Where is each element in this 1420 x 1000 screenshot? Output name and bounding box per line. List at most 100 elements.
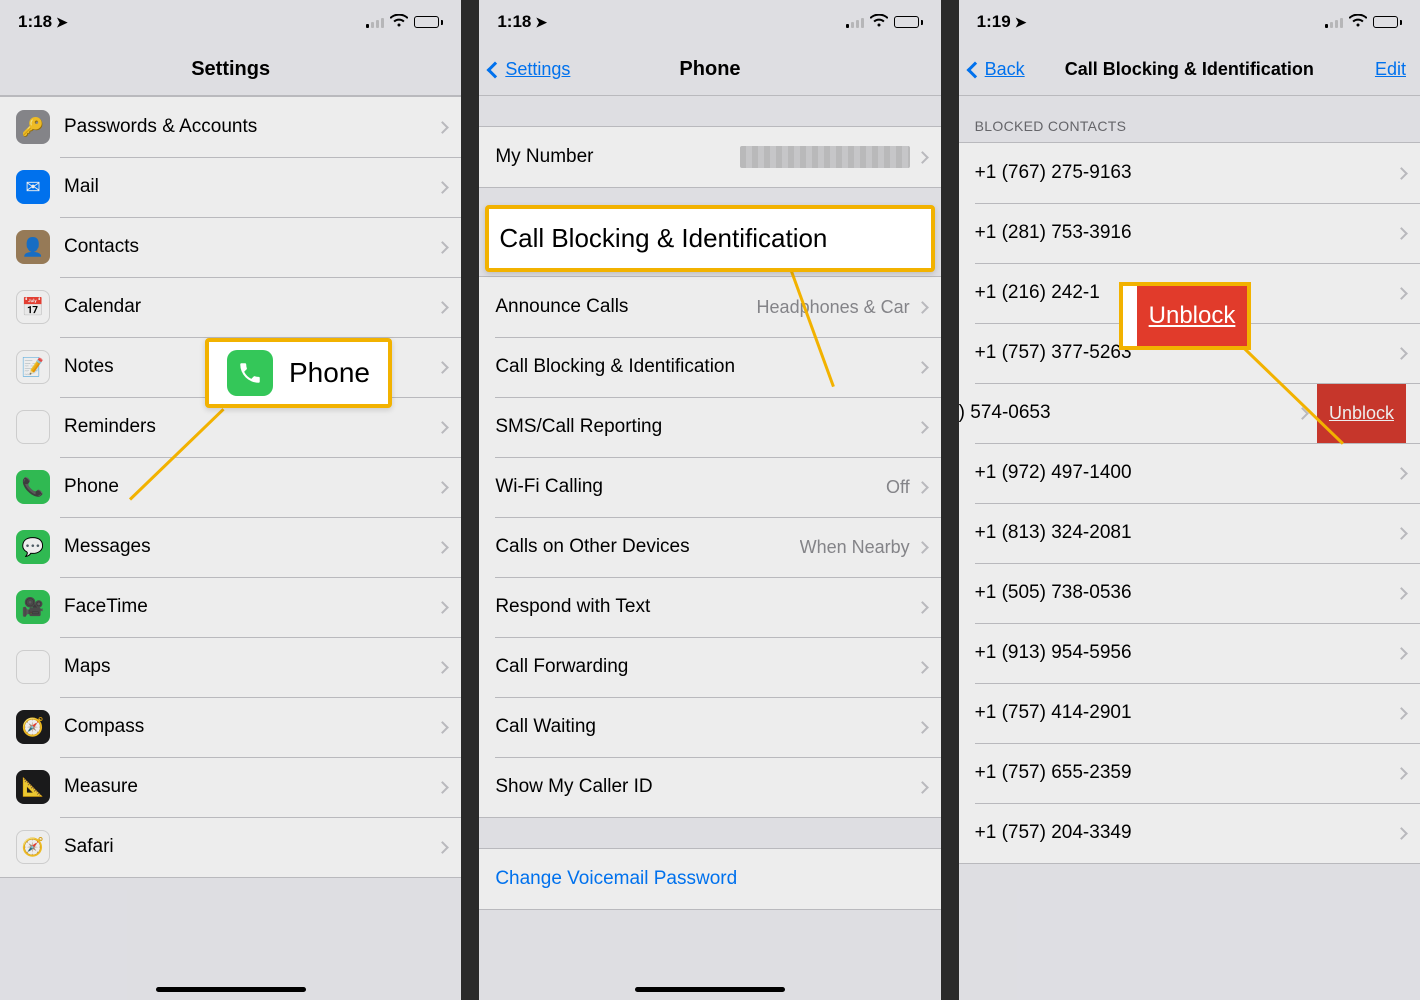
row-waiting[interactable]: Call Waiting: [479, 697, 940, 757]
battery-icon: [894, 16, 923, 28]
maps-icon: 🗺︎: [16, 650, 50, 684]
chevron-right-icon: [916, 541, 929, 554]
settings-panel: 1:18 ➤ Settings 🔑Passwords & Accounts✉︎M…: [0, 0, 461, 1000]
back-button[interactable]: Settings: [489, 44, 570, 95]
reminders-icon: ✔︎: [16, 410, 50, 444]
row-other[interactable]: Calls on Other DevicesWhen Nearby: [479, 517, 940, 577]
row-blocked-contact[interactable]: +1 (757) 204-3349: [959, 803, 1420, 863]
row-label: Calls on Other Devices: [495, 536, 799, 558]
row-blocked-contact[interactable]: +1 (972) 497-1400: [959, 443, 1420, 503]
row-calendar[interactable]: 📅 Calendar: [0, 277, 461, 337]
row-blocking[interactable]: Call Blocking & Identification: [479, 337, 940, 397]
home-indicator[interactable]: [635, 987, 785, 992]
callout-blocking: Call Blocking & Identification: [485, 205, 934, 272]
wifi-icon: [870, 14, 888, 31]
row-smsrep[interactable]: SMS/Call Reporting: [479, 397, 940, 457]
nav-header: Back Call Blocking & Identification Edit: [959, 44, 1420, 96]
row-label: Passwords & Accounts: [64, 116, 438, 138]
row-measure[interactable]: 📐Measure: [0, 757, 461, 817]
chevron-right-icon: [1395, 707, 1408, 720]
home-indicator[interactable]: [156, 987, 306, 992]
row-announce[interactable]: Announce CallsHeadphones & Car: [479, 277, 940, 337]
chevron-right-icon: [916, 151, 929, 164]
row-passwords[interactable]: 🔑Passwords & Accounts: [0, 97, 461, 157]
row-my-number[interactable]: My Number: [479, 127, 940, 187]
nav-header: Settings: [0, 44, 461, 96]
chevron-right-icon: [916, 301, 929, 314]
mail-icon: ✉︎: [16, 170, 50, 204]
row-blocked-contact[interactable]: +1 (757) 655-2359: [959, 743, 1420, 803]
blocked-contacts-list: +1 (767) 275-9163+1 (281) 753-3916+1 (21…: [959, 142, 1420, 864]
chevron-right-icon: [916, 661, 929, 674]
row-label: +1 (767) 275-9163: [975, 162, 1397, 184]
row-forward[interactable]: Call Forwarding: [479, 637, 940, 697]
row-mail[interactable]: ✉︎Mail: [0, 157, 461, 217]
row-facetime[interactable]: 🎥FaceTime: [0, 577, 461, 637]
row-blocked-contact[interactable]: +1 (505) 738-0536: [959, 563, 1420, 623]
wifi-icon: [1349, 14, 1367, 31]
status-bar: 1:19 ➤: [959, 0, 1420, 44]
row-label: Call Blocking & Identification: [495, 356, 917, 378]
callout-phone-label: Phone: [289, 357, 370, 389]
row-label: Change Voicemail Password: [495, 868, 926, 890]
page-title: Call Blocking & Identification: [1065, 59, 1314, 80]
row-phone[interactable]: 📞Phone: [0, 457, 461, 517]
battery-icon: [1373, 16, 1402, 28]
chevron-right-icon: [916, 721, 929, 734]
row-blocked-contact[interactable]: +1 (767) 275-9163: [959, 143, 1420, 203]
row-maps[interactable]: 🗺︎Maps: [0, 637, 461, 697]
back-label: Settings: [505, 59, 570, 80]
row-blocked-contact[interactable]: ) 574-0653Unblock: [959, 383, 1420, 443]
chevron-right-icon: [916, 421, 929, 434]
row-safari[interactable]: 🧭Safari: [0, 817, 461, 877]
calendar-icon: 📅: [16, 290, 50, 324]
phone-icon: 📞: [16, 470, 50, 504]
row-wifi[interactable]: Wi-Fi CallingOff: [479, 457, 940, 517]
compass-icon: 🧭: [16, 710, 50, 744]
row-callerid[interactable]: Show My Caller ID: [479, 757, 940, 817]
row-label: Measure: [64, 776, 438, 798]
chevron-right-icon: [1395, 467, 1408, 480]
row-blocked-contact[interactable]: +1 (813) 324-2081: [959, 503, 1420, 563]
wifi-icon: [390, 14, 408, 31]
chevron-right-icon: [436, 421, 449, 434]
callout-phone: Phone: [205, 338, 392, 408]
phone-settings-panel: 1:18 ➤ Settings Phone My Number Call Blo…: [479, 0, 940, 1000]
row-respond[interactable]: Respond with Text: [479, 577, 940, 637]
status-time: 1:18: [497, 12, 531, 32]
facetime-icon: 🎥: [16, 590, 50, 624]
row-label: Respond with Text: [495, 596, 917, 618]
battery-icon: [414, 16, 443, 28]
blocking-panel: 1:19 ➤ Back Call Blocking & Identificati…: [959, 0, 1420, 1000]
row-label: +1 (757) 655-2359: [975, 762, 1397, 784]
row-label: +1 (913) 954-5956: [975, 642, 1397, 664]
row-messages[interactable]: 💬Messages: [0, 517, 461, 577]
row-label: Safari: [64, 836, 438, 858]
row-compass[interactable]: 🧭Compass: [0, 697, 461, 757]
row-label: +1 (757) 204-3349: [975, 822, 1397, 844]
location-icon: ➤: [56, 14, 68, 31]
row-blocked-contact[interactable]: +1 (281) 753-3916: [959, 203, 1420, 263]
row-blocked-contact[interactable]: +1 (913) 954-5956: [959, 623, 1420, 683]
chevron-right-icon: [1395, 527, 1408, 540]
back-label: Back: [985, 59, 1025, 80]
contacts-icon: 👤: [16, 230, 50, 264]
status-time: 1:19: [977, 12, 1011, 32]
redacted-value: [740, 146, 910, 168]
row-label: Call Waiting: [495, 716, 917, 738]
row-change-voicemail-password[interactable]: Change Voicemail Password: [479, 849, 940, 909]
chevron-right-icon: [436, 721, 449, 734]
chevron-right-icon: [436, 361, 449, 374]
edit-button[interactable]: Edit: [1375, 44, 1406, 95]
status-time: 1:18: [18, 12, 52, 32]
back-button[interactable]: Back: [969, 44, 1025, 95]
row-blocked-contact[interactable]: +1 (757) 414-2901: [959, 683, 1420, 743]
status-bar: 1:18 ➤: [0, 0, 461, 44]
chevron-right-icon: [436, 301, 449, 314]
row-contacts[interactable]: 👤Contacts: [0, 217, 461, 277]
row-label: +1 (813) 324-2081: [975, 522, 1397, 544]
chevron-right-icon: [436, 841, 449, 854]
row-label: Calendar: [64, 296, 438, 318]
chevron-right-icon: [436, 781, 449, 794]
signal-icon: [1325, 16, 1343, 28]
